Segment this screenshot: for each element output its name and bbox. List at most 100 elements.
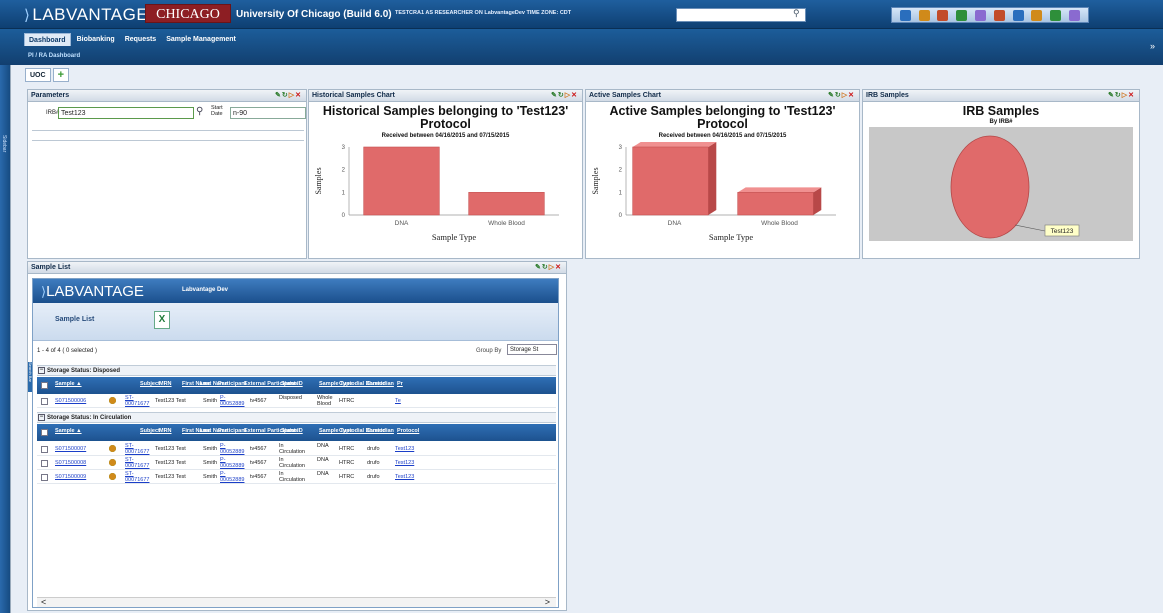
column-header[interactable]: Status [281, 381, 298, 388]
row-checkbox[interactable] [41, 398, 48, 405]
close-icon[interactable]: ✕ [571, 92, 578, 99]
column-header[interactable]: Participant [218, 381, 246, 388]
table-row[interactable]: S071500009 ST-00071677 Test123 Test Smith P… [37, 471, 556, 484]
refresh-icon[interactable]: ↻ [835, 92, 842, 99]
sample-link[interactable]: S071500007 [55, 446, 86, 452]
chart-icon[interactable] [1069, 9, 1081, 21]
subject-link[interactable]: ST-00071677 [125, 395, 149, 407]
edit-icon[interactable]: ✎ [1108, 92, 1115, 99]
participant-link[interactable]: P-00052889 [220, 457, 244, 469]
column-header[interactable]: Sample ▲ [55, 428, 82, 435]
document-icon[interactable] [1012, 9, 1024, 21]
tab-uoc[interactable]: UOC [25, 68, 51, 82]
protocol-link[interactable]: Te [395, 398, 401, 404]
settings-icon[interactable] [975, 9, 987, 21]
help-icon[interactable] [899, 9, 911, 21]
protocol-link[interactable]: Test123 [395, 446, 414, 452]
group-header[interactable]: − Storage Status: In Circulation [37, 412, 556, 423]
row-checkbox[interactable] [41, 446, 48, 453]
group-header[interactable]: − Storage Status: Disposed [37, 365, 556, 376]
refresh-icon[interactable] [1050, 9, 1062, 21]
irb-input[interactable]: Test123 [58, 107, 194, 119]
select-all-checkbox[interactable] [41, 429, 48, 436]
scroll-left-icon[interactable]: < [41, 597, 46, 607]
column-header[interactable]: Custodian [367, 428, 394, 435]
edit-icon[interactable]: ✎ [551, 92, 558, 99]
participant-link[interactable]: P-00052889 [220, 471, 244, 483]
edit-icon[interactable]: ✎ [275, 92, 282, 99]
subject-link[interactable]: ST-00071677 [125, 457, 149, 469]
bar-dna[interactable] [363, 146, 440, 216]
column-header[interactable]: Subject [140, 428, 160, 435]
refresh-icon[interactable]: ↻ [1115, 92, 1122, 99]
subject-link[interactable]: ST-00071677 [125, 471, 149, 483]
table-row[interactable]: S071500008 ST-00071677 Test123 Test Smith P… [37, 457, 556, 470]
participant-link[interactable]: P-00052889 [220, 443, 244, 455]
user-icon[interactable] [1031, 9, 1043, 21]
close-icon[interactable]: ✕ [1128, 92, 1135, 99]
excel-export-icon[interactable]: X [154, 311, 170, 329]
table-row[interactable]: S071500006 ST-00071677 Test123 Test Smith P… [37, 395, 556, 408]
y-tick-label: 1 [342, 190, 346, 196]
bar-top [737, 187, 822, 193]
column-header[interactable]: Subject [140, 381, 160, 388]
collapse-group-icon[interactable]: − [38, 367, 45, 374]
collapse-group-icon[interactable]: − [38, 414, 45, 421]
subject-link[interactable]: ST-00071677 [125, 443, 149, 455]
start-date-input[interactable]: n-90 [230, 107, 306, 119]
bar-whole-blood[interactable] [468, 192, 545, 216]
refresh-icon[interactable]: ↻ [282, 92, 289, 99]
horizontal-scrollbar[interactable]: < > [37, 597, 556, 607]
column-header[interactable]: Protocol [397, 428, 419, 435]
column-header[interactable]: MRN [159, 428, 172, 435]
scroll-right-icon[interactable]: > [545, 597, 550, 607]
column-header[interactable]: Status [281, 428, 298, 435]
add-tab-icon[interactable]: + [52, 68, 69, 82]
y-tick-label: 3 [619, 145, 623, 151]
custodial-domain-cell: HTRC [339, 460, 355, 466]
people-icon[interactable] [956, 9, 968, 21]
bar-whole-blood[interactable] [737, 192, 814, 216]
edit-icon[interactable]: ✎ [535, 264, 542, 271]
tab-biobanking[interactable]: Biobanking [73, 33, 119, 46]
protocol-link[interactable]: Test123 [395, 474, 414, 480]
pie-slice-test123[interactable] [950, 135, 1030, 239]
panel-title: Parameters [31, 92, 70, 99]
column-header[interactable]: Participant [218, 428, 246, 435]
tools-icon[interactable] [937, 9, 949, 21]
protocol-link[interactable]: Test123 [395, 460, 414, 466]
column-header[interactable]: Pr [397, 381, 403, 388]
tab-dashboard[interactable]: Dashboard [24, 33, 71, 46]
report-icon[interactable] [993, 9, 1005, 21]
row-checkbox[interactable] [41, 474, 48, 481]
refresh-icon[interactable]: ↻ [542, 264, 549, 271]
search-icon[interactable]: ⚲ [793, 8, 800, 19]
sample-link[interactable]: S071500006 [55, 398, 86, 404]
column-header[interactable]: Sample ▲ [55, 381, 82, 388]
column-header[interactable]: MRN [159, 381, 172, 388]
close-icon[interactable]: ✕ [295, 92, 302, 99]
edit-icon[interactable] [918, 9, 930, 21]
row-checkbox[interactable] [41, 460, 48, 467]
refresh-icon[interactable]: ↻ [558, 92, 565, 99]
global-search-input[interactable] [676, 8, 806, 22]
tab-sample-management[interactable]: Sample Management [162, 33, 240, 46]
table-row[interactable]: S071500007 ST-00071677 Test123 Test Smith P… [37, 443, 556, 456]
close-icon[interactable]: ✕ [555, 264, 562, 271]
participant-link[interactable]: P-00052889 [220, 395, 244, 407]
close-icon[interactable]: ✕ [848, 92, 855, 99]
collapse-nav-icon[interactable]: » [1150, 41, 1155, 51]
sample-link[interactable]: S071500008 [55, 460, 86, 466]
select-all-checkbox[interactable] [41, 382, 48, 389]
sidebar[interactable]: Sidebar [0, 65, 10, 613]
column-header[interactable]: Custodian [367, 381, 394, 388]
bar-dna[interactable] [632, 146, 709, 216]
subnav-pi-ra-dashboard[interactable]: PI / RA Dashboard [28, 53, 80, 59]
tab-requests[interactable]: Requests [121, 33, 161, 46]
sample-list-toolbar: Sample List X [33, 303, 558, 341]
chart-title: IRB Samples [962, 104, 1040, 118]
sample-link[interactable]: S071500009 [55, 474, 86, 480]
irb-lookup-icon[interactable]: ⚲ [196, 106, 203, 117]
group-by-select[interactable]: Storage St [507, 344, 557, 355]
edit-icon[interactable]: ✎ [828, 92, 835, 99]
